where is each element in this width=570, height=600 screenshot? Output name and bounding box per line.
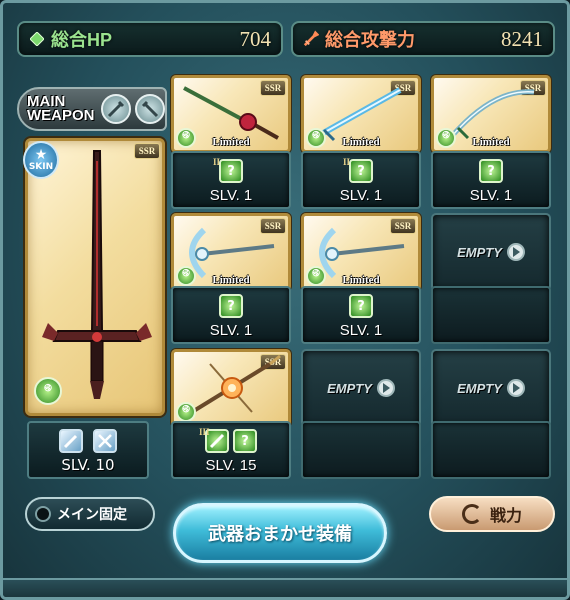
weapon-skill-panel-3: ? SLV. 1 (431, 151, 551, 209)
total-attack-value: 8241 (501, 26, 543, 51)
refresh-icon (461, 504, 482, 524)
empty-weapon-slot[interactable]: EMPTY (431, 213, 551, 291)
total-hp-label: 総合HP (51, 30, 113, 50)
star-icon: ★ (34, 147, 48, 163)
weapon-slot-2[interactable]: SSR ࿋ Limited (301, 75, 421, 153)
weapon-slot-4[interactable]: SSR ࿋ Limited (171, 213, 291, 291)
swap-sword-icon[interactable] (100, 94, 131, 124)
auto-equip-label: 武器おまかせ装備 (208, 524, 352, 545)
empty-skill-panel (431, 421, 551, 479)
weapon-skill-panel-7: III ? SLV. 15 (171, 421, 291, 479)
play-icon (506, 379, 525, 397)
total-hp-value: 704 (239, 26, 272, 51)
skill-level: SLV. 1 (209, 322, 253, 339)
empty-label: EMPTY (327, 380, 372, 396)
main-lock-label: メイン固定 (57, 507, 127, 523)
toggle-indicator (35, 506, 51, 522)
swap-sword-icon-2[interactable] (134, 94, 165, 124)
weapon-slot-1[interactable]: SSR ࿋ Limited (171, 75, 291, 153)
main-weapon-sword-icon (42, 150, 152, 399)
skill-level: SLV. 1 (339, 187, 383, 204)
skill-level: SLV. 1 (469, 187, 513, 204)
total-attack-bar: 総合攻撃力 8241 (291, 21, 555, 57)
weapon-slot-5[interactable]: SSR ࿋ Limited (301, 213, 421, 291)
limited-label: Limited (342, 136, 380, 148)
sword-icon (303, 30, 319, 47)
wind-element-icon: ࿋ (34, 377, 62, 405)
total-hp-bar: 総合HP 704 (17, 21, 283, 57)
empty-weapon-slot[interactable]: EMPTY (301, 349, 421, 427)
empty-weapon-slot[interactable]: EMPTY (431, 349, 551, 427)
empty-skill-panel (431, 286, 551, 344)
empty-label: EMPTY (457, 380, 502, 396)
wind-skill-icon: ? (233, 429, 257, 453)
weapon-slot-3[interactable]: SSR ࿋ Limited (431, 75, 551, 153)
skin-button[interactable]: ★ SKIN (23, 141, 59, 179)
limited-label: Limited (472, 136, 510, 148)
wind-skill-icon: ? (219, 294, 243, 318)
limited-label: Limited (212, 274, 250, 286)
empty-skill-panel (301, 421, 421, 479)
skill-level: SLV. 1 (339, 322, 383, 339)
weapon-skill-panel-4: ? SLV. 1 (171, 286, 291, 344)
main-weapon-skill-panel: SLV. 10 (27, 421, 149, 479)
wind-skill-icon: II? (213, 157, 243, 183)
empty-label: EMPTY (457, 244, 502, 260)
weapon-slot-7[interactable]: SSR ࿋ (171, 349, 291, 427)
main-weapon-card[interactable]: SSR ࿋ (25, 138, 165, 416)
power-label: 戦力 (489, 506, 522, 525)
crossed-swords-skill-icon (93, 429, 117, 453)
wind-element-icon: ࿋ (176, 402, 196, 422)
diamond-icon (29, 31, 45, 47)
auto-equip-button[interactable]: 武器おまかせ装備 (173, 503, 387, 563)
play-icon (376, 379, 395, 397)
skill-level: SLV. 10 (61, 456, 115, 474)
skill-level: SLV. 1 (209, 187, 253, 204)
power-button[interactable]: 戦力 (429, 496, 555, 532)
wind-skill-icon: II? (343, 157, 373, 183)
main-lock-toggle[interactable]: メイン固定 (25, 497, 155, 531)
dagger-skill-icon (59, 429, 83, 453)
limited-label: Limited (342, 274, 380, 286)
wind-skill-icon: ? (349, 294, 373, 318)
play-icon (506, 243, 525, 261)
wind-blade-skill-icon: III (199, 427, 229, 453)
bottom-panel-edge (3, 578, 567, 597)
wind-skill-icon: ? (479, 159, 503, 183)
weapon-skill-panel-5: ? SLV. 1 (301, 286, 421, 344)
weapon-grid-panel: 総合HP 704 総合攻撃力 8241 MAIN WEAPON ★ SKIN S… (0, 0, 570, 600)
main-weapon-header: MAIN WEAPON (17, 87, 167, 131)
main-weapon-label: MAIN WEAPON (27, 93, 95, 124)
weapon-skill-panel-1: II? SLV. 1 (171, 151, 291, 209)
total-attack-label: 総合攻撃力 (325, 30, 415, 50)
weapon-skill-panel-2: II? SLV. 1 (301, 151, 421, 209)
limited-label: Limited (212, 136, 250, 148)
skill-level: SLV. 15 (205, 457, 257, 474)
